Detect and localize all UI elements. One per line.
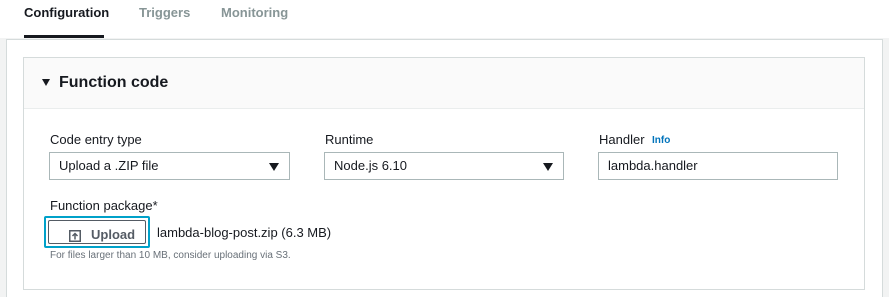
upload-icon [69, 230, 81, 242]
handler-label: Handler [599, 132, 645, 147]
runtime-label: Runtime [325, 132, 374, 147]
function-package-label: Function package* [50, 198, 158, 213]
tab-bar: Configuration Triggers Monitoring [0, 0, 889, 38]
dropdown-arrow-icon [543, 163, 553, 171]
upload-button-frame: Upload [48, 220, 146, 244]
handler-info-link[interactable]: Info [652, 135, 670, 146]
caret-down-icon[interactable] [42, 79, 50, 86]
runtime-select[interactable]: Node.js 6.10 [324, 152, 564, 180]
upload-hint: For files larger than 10 MB, consider up… [50, 250, 291, 261]
code-entry-type-value: Upload a .ZIP file [59, 158, 159, 173]
code-entry-type-select[interactable]: Upload a .ZIP file [49, 152, 290, 180]
tab-configuration[interactable]: Configuration [24, 0, 109, 38]
handler-input[interactable]: lambda.handler [598, 152, 838, 180]
code-entry-type-label: Code entry type [50, 132, 142, 147]
panel-title: Function code [59, 74, 169, 91]
tab-triggers[interactable]: Triggers [139, 0, 190, 38]
function-code-header[interactable]: Function code [24, 58, 864, 109]
dropdown-arrow-icon [269, 163, 279, 171]
handler-value: lambda.handler [608, 158, 698, 173]
runtime-value: Node.js 6.10 [334, 158, 407, 173]
upload-button[interactable]: Upload [44, 216, 150, 248]
uploaded-file-name: lambda-blog-post.zip (6.3 MB) [157, 225, 332, 240]
tab-monitoring[interactable]: Monitoring [221, 0, 288, 38]
upload-button-label: Upload [91, 227, 136, 242]
